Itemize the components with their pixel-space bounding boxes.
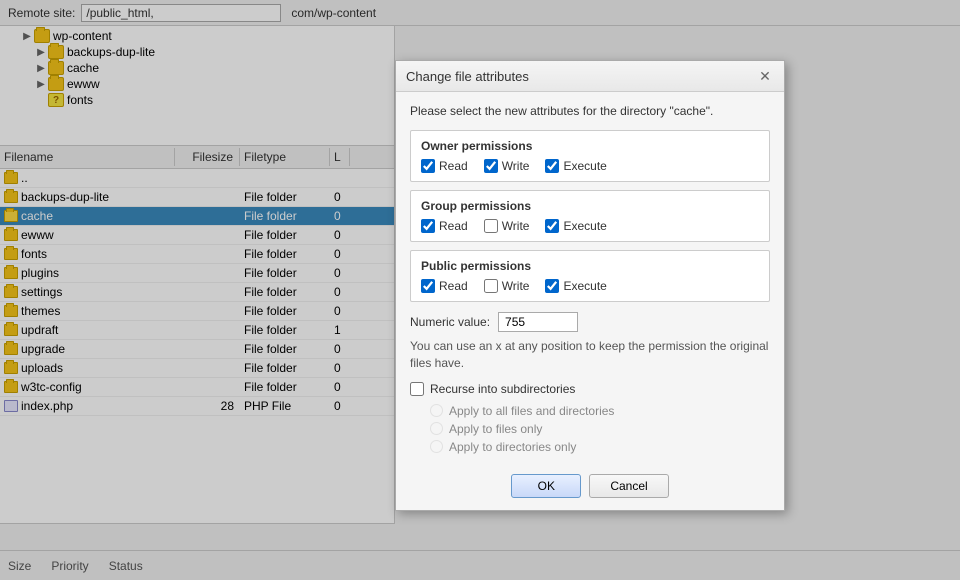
radio-all-files[interactable]: Apply to all files and directories	[430, 404, 770, 418]
cancel-button[interactable]: Cancel	[589, 474, 668, 498]
dialog-titlebar: Change file attributes ✕	[396, 61, 784, 92]
numeric-value-row: Numeric value:	[410, 312, 770, 332]
radio-label-all: Apply to all files and directories	[449, 404, 614, 418]
owner-execute-checkbox[interactable]: Execute	[545, 159, 606, 173]
recurse-label: Recurse into subdirectories	[430, 382, 575, 396]
numeric-value-label: Numeric value:	[410, 315, 490, 329]
radio-label-files: Apply to files only	[449, 422, 542, 436]
app-container: Remote site: com/wp-content ▶ wp-content…	[0, 0, 960, 580]
dialog-body: Please select the new attributes for the…	[396, 92, 784, 466]
owner-permissions-group: Owner permissions Read Write Execute	[410, 130, 770, 182]
numeric-value-input[interactable]	[498, 312, 578, 332]
radio-label-dirs: Apply to directories only	[449, 440, 576, 454]
group-read-checkbox[interactable]: Read	[421, 219, 468, 233]
public-read-checkbox[interactable]: Read	[421, 279, 468, 293]
radio-files-only[interactable]: Apply to files only	[430, 422, 770, 436]
dialog-footer: OK Cancel	[396, 466, 784, 510]
owner-permissions-checkboxes: Read Write Execute	[421, 159, 759, 173]
group-permissions-title: Group permissions	[421, 199, 759, 213]
public-write-checkbox[interactable]: Write	[484, 279, 530, 293]
ok-button[interactable]: OK	[511, 474, 581, 498]
radio-dirs-only[interactable]: Apply to directories only	[430, 440, 770, 454]
dialog-close-button[interactable]: ✕	[756, 67, 774, 85]
apply-radio-group: Apply to all files and directories Apply…	[430, 404, 770, 454]
dialog-title: Change file attributes	[406, 69, 529, 84]
group-write-checkbox[interactable]: Write	[484, 219, 530, 233]
hint-text: You can use an x at any position to keep…	[410, 338, 770, 372]
change-file-attributes-dialog: Change file attributes ✕ Please select t…	[395, 60, 785, 511]
public-execute-checkbox[interactable]: Execute	[545, 279, 606, 293]
recurse-checkbox[interactable]	[410, 382, 424, 396]
group-permissions-checkboxes: Read Write Execute	[421, 219, 759, 233]
public-permissions-checkboxes: Read Write Execute	[421, 279, 759, 293]
dialog-description: Please select the new attributes for the…	[410, 104, 770, 118]
group-execute-checkbox[interactable]: Execute	[545, 219, 606, 233]
public-permissions-group: Public permissions Read Write Execute	[410, 250, 770, 302]
owner-permissions-title: Owner permissions	[421, 139, 759, 153]
group-permissions-group: Group permissions Read Write Execute	[410, 190, 770, 242]
public-permissions-title: Public permissions	[421, 259, 759, 273]
owner-write-checkbox[interactable]: Write	[484, 159, 530, 173]
owner-read-checkbox[interactable]: Read	[421, 159, 468, 173]
recurse-row: Recurse into subdirectories	[410, 382, 770, 396]
